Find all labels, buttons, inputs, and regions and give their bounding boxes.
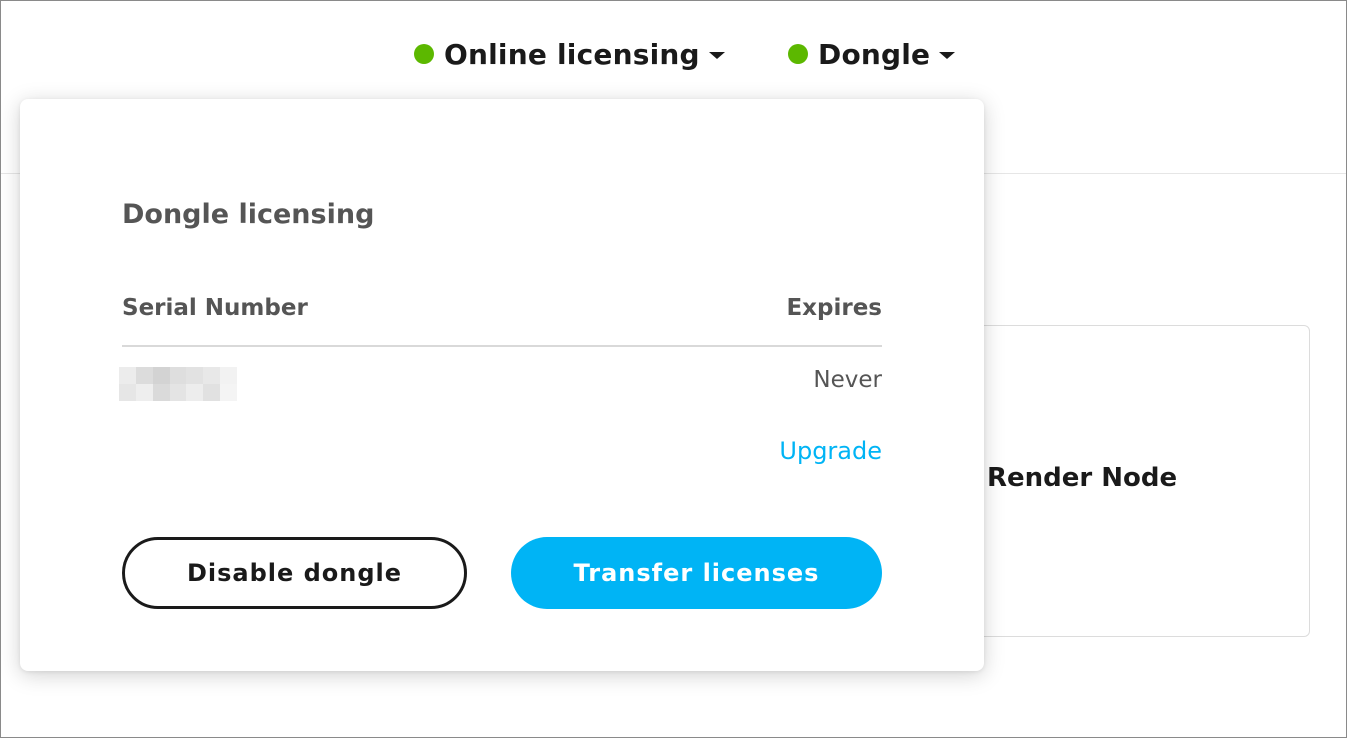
app-window: Online licensing Dongle Render Node Dong… — [0, 0, 1347, 738]
upgrade-link[interactable]: Upgrade — [779, 437, 882, 465]
transfer-licenses-button[interactable]: Transfer licenses — [511, 537, 882, 609]
chevron-down-icon — [939, 52, 956, 59]
status-dot-icon — [414, 44, 434, 64]
online-licensing-menu[interactable]: Online licensing — [414, 34, 725, 74]
status-dot-icon — [788, 44, 808, 64]
dongle-menu[interactable]: Dongle — [788, 34, 956, 74]
chevron-down-icon — [708, 52, 725, 59]
panel-title: Dongle licensing — [122, 199, 375, 230]
dongle-label: Dongle — [818, 37, 931, 71]
expires-value: Never — [813, 367, 882, 393]
serial-number-redacted — [119, 367, 237, 401]
dongle-licensing-panel: Dongle licensing Serial Number Expires N… — [20, 99, 984, 671]
expires-column-header: Expires — [786, 295, 882, 321]
render-node-card-title: Render Node — [987, 463, 1178, 493]
online-licensing-label: Online licensing — [444, 37, 700, 71]
serial-number-column-header: Serial Number — [122, 295, 308, 321]
table-divider — [122, 345, 882, 347]
disable-dongle-button[interactable]: Disable dongle — [122, 537, 467, 609]
